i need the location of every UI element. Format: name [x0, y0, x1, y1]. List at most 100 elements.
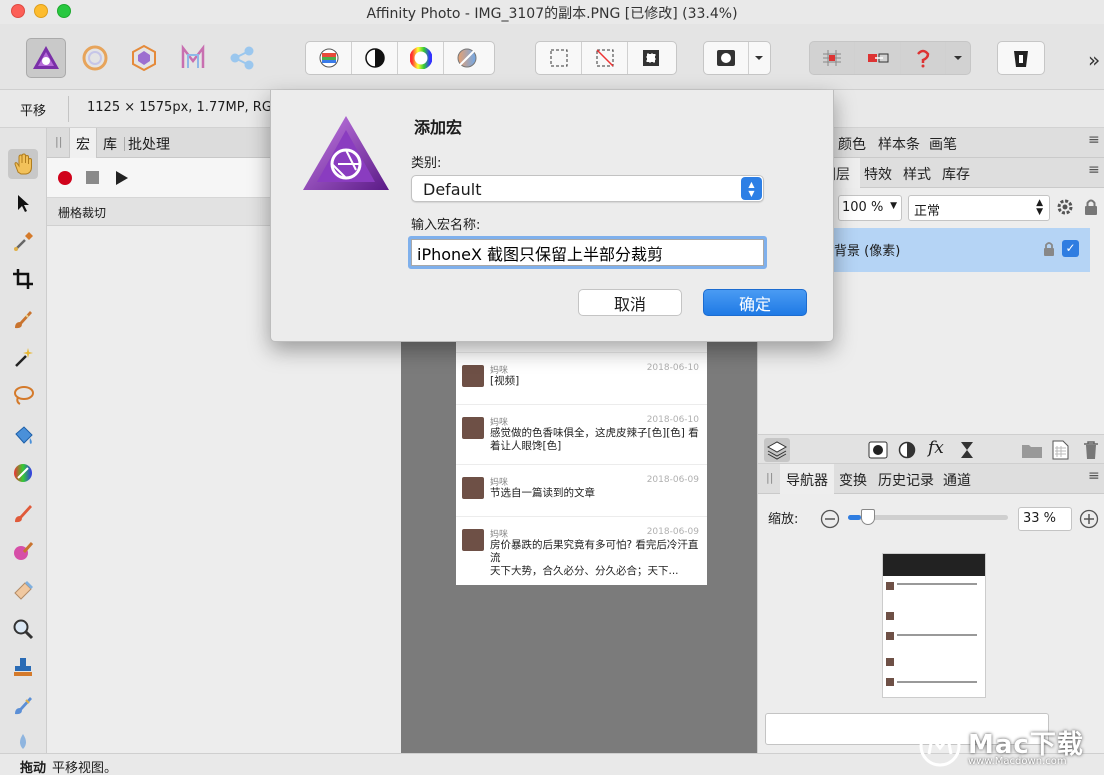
develop-persona-button[interactable] — [124, 38, 164, 78]
eyedropper-icon — [14, 232, 33, 251]
zoom-tool[interactable] — [8, 614, 38, 644]
layer-visibility-checkbox[interactable]: ✓ — [1062, 240, 1079, 257]
record-button[interactable] — [58, 171, 72, 185]
flood-select-tool[interactable] — [8, 342, 38, 372]
select-all-button[interactable] — [536, 42, 582, 74]
preview-line — [897, 634, 977, 636]
current-tool-name: 平移 — [20, 104, 47, 119]
gear-icon — [1057, 199, 1073, 215]
tab-channels[interactable]: 通道 — [943, 470, 971, 490]
move-tool[interactable] — [8, 188, 38, 218]
paint-brush-tool[interactable] — [8, 498, 38, 528]
macro-name-input[interactable] — [411, 239, 764, 266]
order-button[interactable] — [998, 42, 1044, 74]
navigator-preview[interactable] — [882, 553, 986, 698]
view-tool[interactable] — [8, 149, 38, 179]
tab-library[interactable]: 库 — [103, 134, 117, 154]
preview-line — [897, 681, 977, 683]
flood-fill-tool[interactable] — [8, 420, 38, 450]
snapping-button[interactable] — [810, 42, 856, 74]
blur-brush-tool[interactable] — [8, 726, 38, 756]
deselect-icon — [595, 49, 614, 67]
macro-step-row[interactable]: 栅格裁切 — [47, 198, 271, 226]
fx-icon[interactable]: fx — [928, 438, 944, 458]
auto-colors-button[interactable] — [398, 42, 444, 74]
zoom-slider-thumb[interactable] — [860, 509, 875, 525]
panel-grip-icon[interactable]: || — [55, 135, 62, 148]
zoom-field[interactable]: 33 % — [1018, 507, 1072, 531]
crop-tool[interactable] — [8, 264, 38, 294]
tab-effects[interactable]: 特效 — [864, 164, 892, 184]
document-canvas[interactable]: 妈咪 2018-06-10 [视频] 妈咪 2018-06-10 感觉做的色香味… — [456, 340, 707, 585]
color-picker-tool[interactable] — [8, 226, 38, 256]
title-bar: Affinity Photo - IMG_3107的副本.PNG [已修改] (… — [0, 0, 1104, 24]
add-pixel-layer-button[interactable] — [1051, 440, 1069, 464]
blend-mode-select[interactable]: 正常 ▲ ▼ — [908, 195, 1050, 221]
cancel-button[interactable]: 取消 — [578, 289, 682, 316]
tab-transform[interactable]: 变换 — [839, 470, 867, 490]
clone-brush-tool[interactable] — [8, 652, 38, 682]
erase-brush-tool[interactable] — [8, 574, 38, 604]
selection-brush-tool[interactable] — [8, 304, 38, 334]
quick-mask-button[interactable] — [704, 42, 749, 74]
main-toolbar: » — [0, 24, 1104, 90]
photo-persona-button[interactable] — [26, 38, 66, 78]
layers-button[interactable] — [764, 438, 790, 462]
status-text-bold: 拖动 — [20, 761, 47, 775]
stop-button[interactable] — [86, 171, 99, 184]
auto-contrast-button[interactable] — [352, 42, 398, 74]
liquify-persona-button[interactable] — [75, 38, 115, 78]
panel-menu-icon[interactable]: ≡ — [1088, 468, 1100, 484]
export-persona-button[interactable] — [222, 38, 262, 78]
adjustment-icon — [898, 441, 916, 459]
zoom-slider-track[interactable] — [848, 509, 1008, 525]
invert-selection-button[interactable] — [628, 42, 674, 74]
layer-settings-button[interactable] — [1056, 198, 1074, 220]
mask-icon — [868, 441, 888, 459]
stepper-icon: ▲ ▼ — [1036, 198, 1043, 217]
layer-lock-icon[interactable] — [1042, 240, 1056, 262]
tab-navigator[interactable]: 导航器 — [786, 470, 828, 490]
gradient-tool[interactable] — [8, 458, 38, 488]
panel-menu-icon[interactable]: ≡ — [1088, 132, 1100, 148]
category-select[interactable]: Default ▲ ▼ — [411, 175, 764, 202]
tab-stock[interactable]: 库存 — [942, 164, 970, 184]
tab-history[interactable]: 历史记录 — [878, 470, 934, 490]
assistant-button[interactable] — [901, 42, 947, 74]
play-button[interactable] — [115, 170, 129, 190]
lock-layer-button[interactable] — [1083, 198, 1099, 220]
toolbar-overflow-icon[interactable]: » — [1088, 48, 1100, 72]
ok-button[interactable]: 确定 — [703, 289, 807, 316]
add-mask-button[interactable] — [868, 441, 888, 463]
tab-color[interactable]: 颜色 — [838, 134, 866, 154]
tone-mapping-icon — [181, 44, 205, 68]
auto-levels-button[interactable] — [306, 42, 352, 74]
adjustment-button[interactable] — [898, 441, 916, 463]
tab-brushes[interactable]: 画笔 — [929, 134, 957, 154]
tab-styles[interactable]: 样式 — [903, 164, 931, 184]
opacity-field[interactable]: 100 % ▼ — [838, 195, 902, 221]
zoom-out-button[interactable] — [820, 509, 840, 533]
assistant-dropdown[interactable] — [946, 42, 970, 74]
add-group-button[interactable] — [1021, 441, 1043, 463]
deselect-button[interactable] — [582, 42, 628, 74]
panel-grip-icon[interactable]: || — [766, 471, 773, 484]
preview-avatar — [886, 658, 894, 666]
live-filter-button[interactable] — [959, 441, 975, 463]
auto-white-balance-button[interactable] — [444, 42, 490, 74]
affinity-photo-icon — [33, 46, 59, 69]
zoom-in-button[interactable] — [1079, 509, 1099, 533]
opacity-value: 100 % — [842, 200, 884, 215]
panel-menu-icon[interactable]: ≡ — [1088, 162, 1100, 178]
healing-brush-tool[interactable] — [8, 690, 38, 720]
force-pixel-alignment-button[interactable] — [855, 42, 901, 74]
tab-batch[interactable]: 批处理 — [128, 134, 170, 154]
freehand-selection-tool[interactable] — [8, 380, 38, 410]
quick-mask-dropdown[interactable] — [749, 42, 770, 74]
tone-mapping-persona-button[interactable] — [173, 38, 213, 78]
tab-swatches[interactable]: 样本条 — [878, 134, 920, 154]
delete-layer-button[interactable] — [1083, 440, 1099, 464]
tab-macro[interactable]: 宏 — [76, 134, 90, 154]
list-item: 妈咪 2018-06-10 [视频] — [456, 353, 707, 405]
color-replacement-tool[interactable] — [8, 536, 38, 566]
